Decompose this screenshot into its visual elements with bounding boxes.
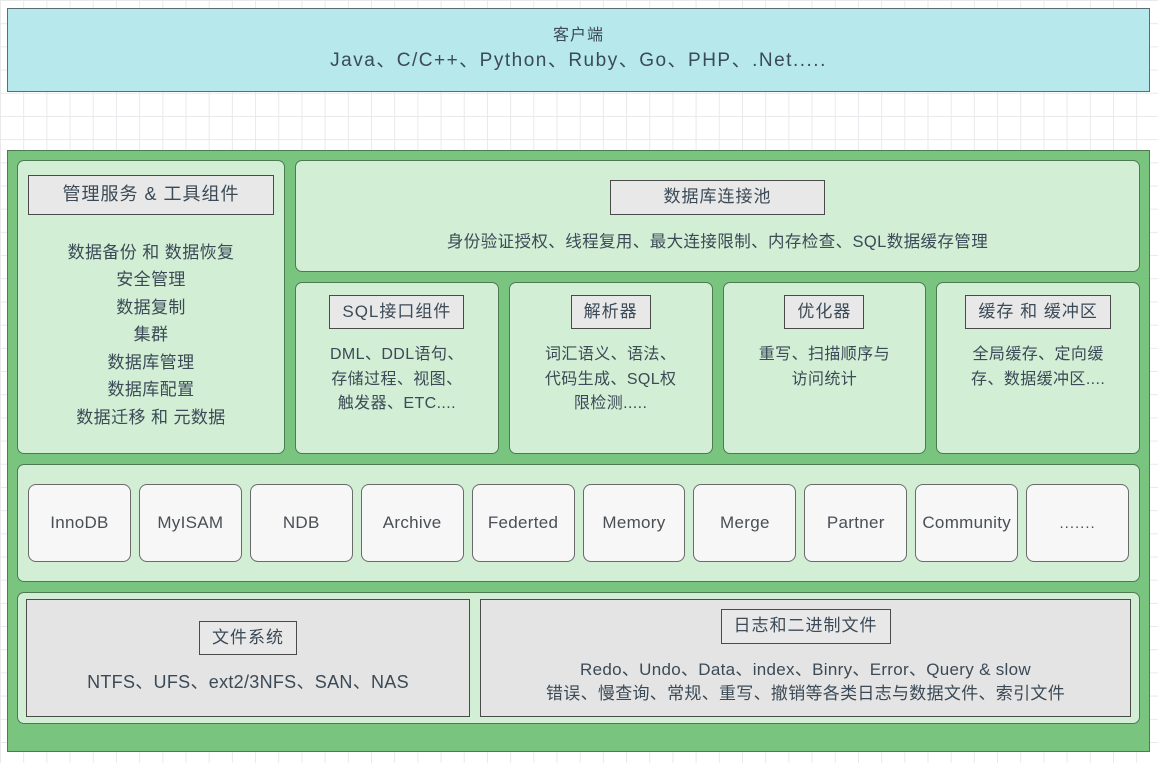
sql-interface-line: 触发器、ETC....: [337, 395, 456, 413]
sql-interface-body: DML、DDL语句、 存储过程、视图、 触发器、ETC....: [330, 343, 464, 416]
log-files-title: 日志和二进制文件: [720, 609, 891, 644]
optimizer-body: 重写、扫描顺序与 访问统计: [759, 343, 890, 392]
parser-panel: 解析器 词汇语义、语法、 代码生成、SQL权 限检测.....: [508, 282, 713, 454]
cache-buffer-line: 存、数据缓冲区....: [971, 370, 1106, 388]
cache-buffer-body: 全局缓存、定向缓 存、数据缓冲区....: [971, 343, 1105, 392]
storage-engine-archive: Archive: [360, 484, 464, 562]
sql-interface-line: 存储过程、视图、: [331, 370, 463, 388]
management-services-body: 数据备份 和 数据恢复 安全管理 数据复制 集群 数据库管理 数据库配置 数据迁…: [68, 239, 235, 432]
connection-pool-description: 身份验证授权、线程复用、最大连接限制、内存检查、SQL数据缓存管理: [446, 232, 989, 251]
storage-engine-innodb: InnoDB: [28, 484, 131, 562]
file-system-box: 文件系统 NTFS、UFS、ext2/3NFS、SAN、NAS: [26, 599, 470, 717]
storage-engine-community: Community: [915, 484, 1019, 562]
storage-engine-memory: Memory: [582, 484, 686, 562]
storage-engine-federted: Federted: [471, 484, 575, 562]
storage-engine-merge: Merge: [693, 484, 797, 562]
storage-engine-myisam: MyISAM: [138, 484, 242, 562]
physical-file-layer: 文件系统 NTFS、UFS、ext2/3NFS、SAN、NAS 日志和二进制文件…: [17, 592, 1140, 724]
parser-line: 代码生成、SQL权: [544, 370, 677, 388]
cache-buffer-line: 全局缓存、定向缓: [972, 346, 1104, 364]
cache-buffer-panel: 缓存 和 缓冲区 全局缓存、定向缓 存、数据缓冲区....: [936, 282, 1140, 454]
management-item: 数据备份 和 数据恢复: [67, 242, 235, 262]
parser-line: 词汇语义、语法、: [545, 346, 677, 364]
management-services-title: 管理服务 & 工具组件: [28, 175, 274, 215]
management-item: 安全管理: [116, 270, 186, 290]
architecture-diagram: 客户端 Java、C/C++、Python、Ruby、Go、PHP、.Net..…: [0, 0, 1158, 763]
service-components-row: SQL接口组件 DML、DDL语句、 存储过程、视图、 触发器、ETC.... …: [295, 282, 1140, 454]
log-files-line: 错误、慢查询、常规、重写、撤销等各类日志与数据文件、索引文件: [546, 684, 1065, 704]
optimizer-title: 优化器: [784, 295, 865, 330]
file-system-title: 文件系统: [199, 620, 297, 656]
file-system-description: NTFS、UFS、ext2/3NFS、SAN、NAS: [87, 672, 409, 693]
management-item: 数据迁移 和 元数据: [76, 407, 226, 427]
log-files-description: Redo、Undo、Data、index、Binry、Error、Query &…: [546, 658, 1065, 707]
management-item: 数据库管理: [107, 352, 195, 372]
management-services-panel: 管理服务 & 工具组件 数据备份 和 数据恢复 安全管理 数据复制 集群 数据库…: [17, 160, 285, 454]
optimizer-panel: 优化器 重写、扫描顺序与 访问统计: [722, 282, 927, 454]
parser-line: 限检测.....: [573, 395, 648, 413]
management-item: 数据库配置: [107, 380, 195, 400]
optimizer-line: 访问统计: [791, 370, 858, 388]
storage-engine-layer: InnoDB MyISAM NDB Archive Federted Memor…: [17, 464, 1140, 582]
cache-buffer-title: 缓存 和 缓冲区: [965, 295, 1111, 330]
sql-interface-line: DML、DDL语句、: [329, 346, 464, 364]
sql-interface-title: SQL接口组件: [329, 295, 465, 330]
log-files-line: Redo、Undo、Data、index、Binry、Error、Query &…: [580, 659, 1031, 679]
parser-title: 解析器: [570, 295, 651, 330]
management-item: 数据复制: [116, 297, 186, 317]
client-layer-title: 客户端: [552, 27, 604, 45]
management-item: 集群: [133, 325, 169, 345]
connection-pool-title: 数据库连接池: [610, 180, 825, 215]
server-layer-container: 管理服务 & 工具组件 数据备份 和 数据恢复 安全管理 数据复制 集群 数据库…: [7, 150, 1150, 752]
storage-engine-ndb: NDB: [249, 484, 353, 562]
parser-body: 词汇语义、语法、 代码生成、SQL权 限检测.....: [545, 343, 677, 416]
client-layer-box: 客户端 Java、C/C++、Python、Ruby、Go、PHP、.Net..…: [7, 8, 1150, 92]
service-layer-row: 管理服务 & 工具组件 数据备份 和 数据恢复 安全管理 数据复制 集群 数据库…: [17, 160, 1140, 454]
sql-interface-panel: SQL接口组件 DML、DDL语句、 存储过程、视图、 触发器、ETC....: [295, 282, 499, 454]
connection-pool-panel: 数据库连接池 身份验证授权、线程复用、最大连接限制、内存检查、SQL数据缓存管理: [295, 160, 1140, 272]
storage-engine-more: .......: [1026, 484, 1130, 562]
optimizer-line: 重写、扫描顺序与: [758, 346, 890, 364]
storage-engine-partner: Partner: [804, 484, 908, 562]
log-files-box: 日志和二进制文件 Redo、Undo、Data、index、Binry、Erro…: [480, 599, 1131, 717]
service-layer-right-column: 数据库连接池 身份验证授权、线程复用、最大连接限制、内存检查、SQL数据缓存管理…: [295, 160, 1140, 454]
client-layer-languages: Java、C/C++、Python、Ruby、Go、PHP、.Net.....: [330, 50, 827, 72]
